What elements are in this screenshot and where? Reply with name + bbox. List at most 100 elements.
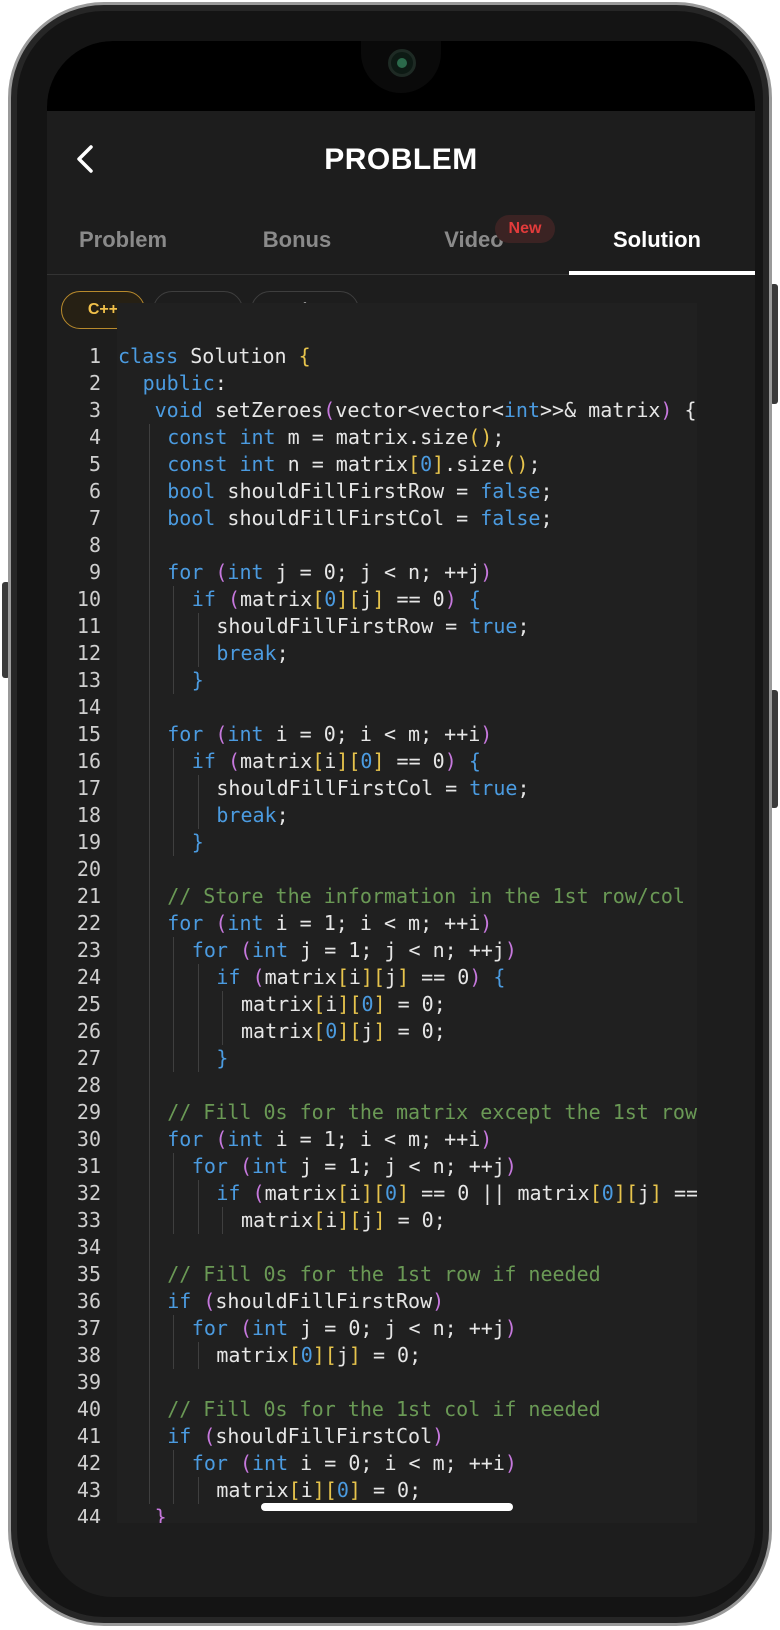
code-viewer[interactable]: 1 class Solution {2 public: 3 void setZeroe… (47, 303, 697, 1523)
code-token: ; (540, 506, 553, 530)
code-token: shouldFillFirstRow = (215, 479, 481, 503)
line-code: if (matrix[0][j] == 0) { (192, 586, 481, 613)
indent-guide (197, 1207, 199, 1234)
code-token: ( (239, 1316, 253, 1340)
code-line: 19} (47, 829, 697, 856)
indent-guide (148, 1423, 150, 1450)
code-line: 33 matrix[i][j] = 0; (47, 1207, 697, 1234)
line-code: if (shouldFillFirstCol) (167, 1423, 444, 1450)
code-token: j (336, 1343, 349, 1367)
tab-solution[interactable]: Solution (597, 227, 717, 253)
indent-guide (173, 937, 175, 964)
indent-guide (173, 1315, 175, 1342)
indent-guide (173, 1018, 175, 1045)
code-line: 28 (47, 1072, 697, 1099)
code-line: 23 for (int j = 1; j < n; ++j) (47, 937, 697, 964)
code-token: i = 0; i < m; ++i (288, 1451, 505, 1475)
code-token: ( (239, 1451, 253, 1475)
code-token: if (167, 1424, 192, 1448)
code-token: { (298, 344, 311, 368)
line-number: 11 (76, 614, 101, 638)
code-token: ) (444, 749, 457, 773)
line-number: 23 (76, 938, 101, 962)
code-line: 39 (47, 1369, 697, 1396)
line-code: shouldFillFirstCol = true; (216, 775, 529, 802)
indent-guide (148, 1018, 150, 1045)
code-token: == 0 || matrix (409, 1181, 590, 1205)
indent-guide (173, 964, 175, 991)
code-token: j = 1; j < n; ++j (288, 1154, 505, 1178)
code-token: matrix (264, 1181, 337, 1205)
line-code: for (int j = 0; j < n; ++j) (167, 559, 492, 586)
indent-guide (148, 856, 150, 883)
indent-guide (173, 802, 175, 829)
code-token: : (214, 371, 227, 395)
code-line: 36 if (shouldFillFirstRow) (47, 1288, 697, 1315)
code-token: ) (480, 722, 493, 746)
code-token: ) (504, 1316, 517, 1340)
indent-guide (197, 1477, 199, 1504)
indent-guide (148, 640, 150, 667)
indent-guide (148, 1261, 150, 1288)
indent-guide (148, 721, 150, 748)
code-token: [ (336, 1181, 349, 1205)
front-camera (388, 49, 416, 77)
code-token: ] (372, 749, 385, 773)
line-code: } (216, 1045, 228, 1072)
code-token: ] (348, 1343, 361, 1367)
indent-guide (222, 1018, 224, 1045)
code-line: 37 for (int j = 0; j < n; ++j) (47, 1315, 697, 1342)
code-token: int (227, 1127, 264, 1151)
line-number: 7 (88, 506, 101, 530)
code-line: 16 if (matrix[i][0] == 0) { (47, 748, 697, 775)
indent-guide (197, 1018, 199, 1045)
code-line: 25 matrix[i][0] = 0; (47, 991, 697, 1018)
line-code: for (int j = 0; j < n; ++j) (192, 1315, 517, 1342)
code-line: 17 shouldFillFirstCol = true; (47, 775, 697, 802)
code-token: = 0; (360, 1478, 422, 1502)
code-token: false (480, 479, 541, 503)
code-token: [ (312, 587, 325, 611)
indent-guide (148, 1153, 150, 1180)
home-indicator[interactable] (261, 1503, 513, 1511)
indent-guide (197, 775, 199, 802)
screen: PROBLEM Problem Bonus Video New Solution… (47, 41, 755, 1597)
line-number: 28 (76, 1073, 101, 1097)
code-token: ( (239, 938, 253, 962)
code-line: 9 for (int j = 0; j < n; ++j) (47, 559, 697, 586)
code-token: == 0 (384, 587, 445, 611)
code-line: 38 matrix[0][j] = 0; (47, 1342, 697, 1369)
line-code: if (shouldFillFirstRow) (167, 1288, 444, 1315)
code-token: ][ (312, 1343, 337, 1367)
line-number: 35 (76, 1262, 101, 1286)
tab-problem[interactable]: Problem (73, 227, 173, 253)
code-token: break (216, 641, 277, 665)
tab-bonus[interactable]: Bonus (259, 227, 335, 253)
line-number: 1 (88, 344, 101, 368)
indent-guide (173, 613, 175, 640)
indent-guide (148, 1180, 150, 1207)
code-token: i (300, 1478, 313, 1502)
indent-guide (148, 559, 150, 586)
code-token: == 0 (674, 1181, 697, 1205)
indent-guide (148, 829, 150, 856)
code-token: ) (480, 911, 493, 935)
line-number: 29 (76, 1100, 101, 1124)
code-token: ; (528, 452, 541, 476)
line-number: 38 (76, 1343, 101, 1367)
code-line: 14 (47, 694, 697, 721)
line-code: } (192, 829, 204, 856)
indent-guide (148, 586, 150, 613)
indent-guide (197, 1342, 199, 1369)
indent-guide (173, 748, 175, 775)
code-token: { (468, 749, 481, 773)
indent-guide (148, 1396, 150, 1423)
code-token: == 0 (409, 965, 470, 989)
line-code: } (143, 1504, 167, 1523)
code-token: false (480, 506, 541, 530)
